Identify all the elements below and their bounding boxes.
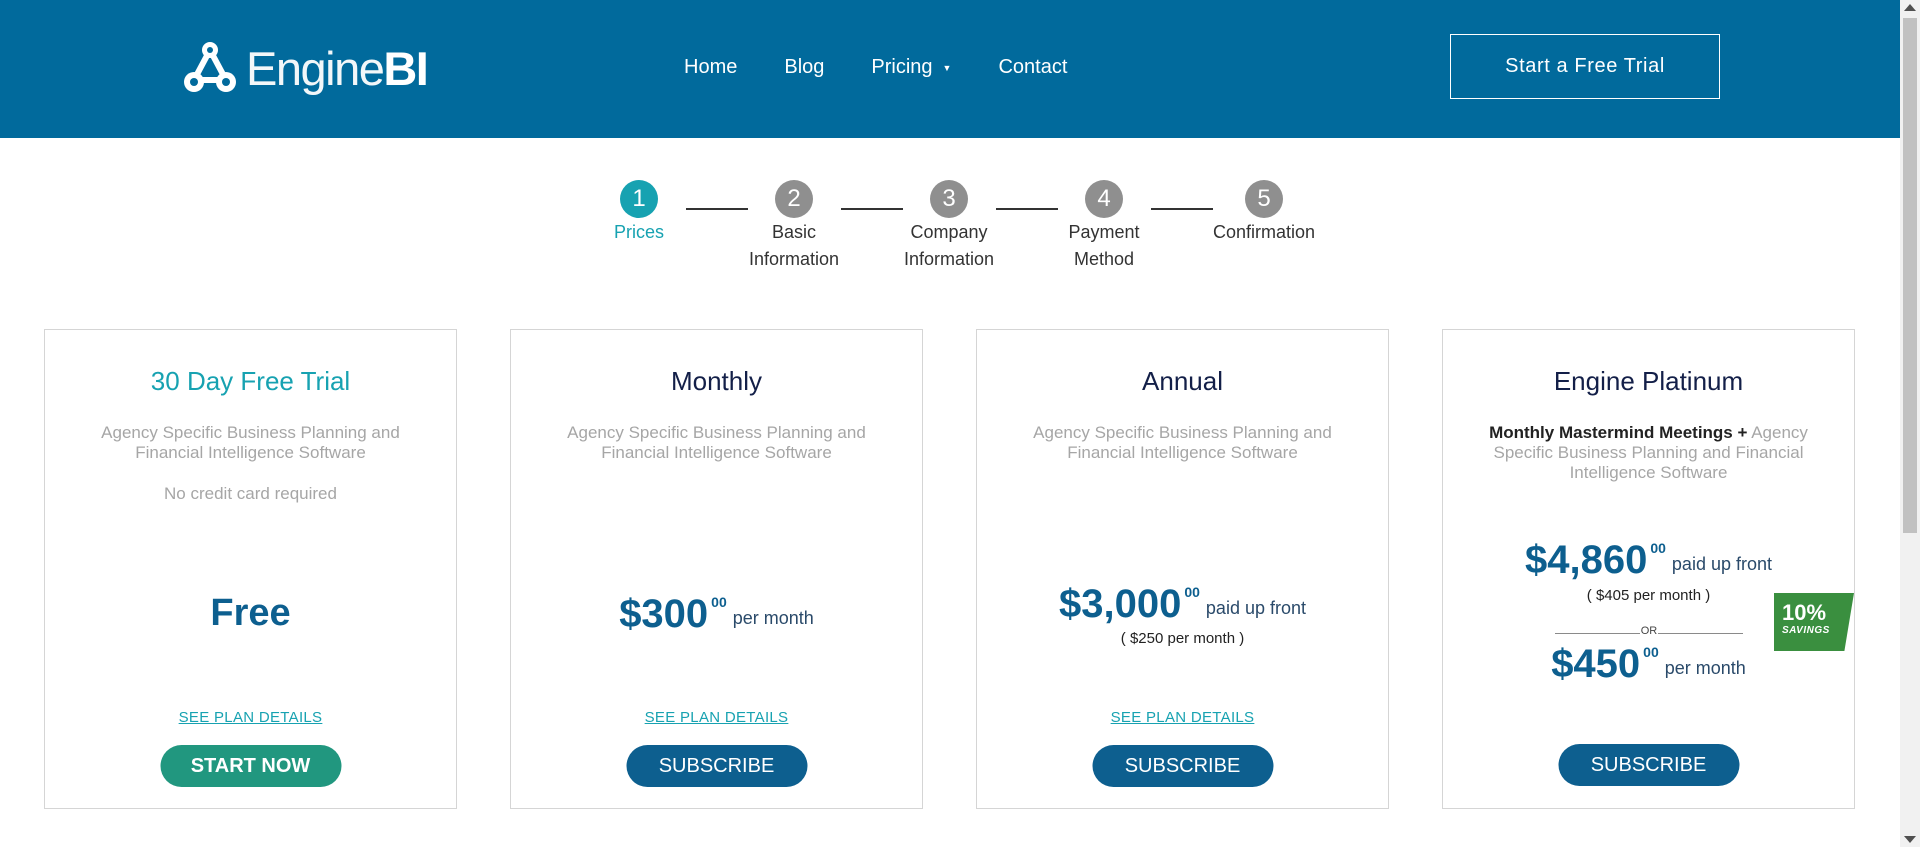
site-header: EngineBI Home Blog Pricing ▼ Contact Star…	[0, 0, 1900, 138]
step-number-badge: 2	[775, 180, 813, 218]
price-amount: $4,860	[1525, 538, 1648, 582]
start-free-trial-button[interactable]: Start a Free Trial	[1450, 34, 1720, 99]
step-label: Prices	[613, 222, 664, 242]
nav-contact[interactable]: Contact	[998, 56, 1067, 79]
or-label: OR	[1640, 625, 1658, 637]
plan-price: Free	[210, 592, 291, 634]
price-cents: 00	[1184, 584, 1200, 600]
plan-title: 30 Day Free Trial	[150, 366, 351, 396]
price-suffix: per month	[1664, 658, 1746, 678]
see-plan-details-link[interactable]: SEE PLAN DETAILS	[45, 709, 456, 726]
price-per-month-note: ( $250 per month )	[1120, 630, 1245, 647]
nav-home[interactable]: Home	[684, 56, 737, 79]
main-nav: Home Blog Pricing ▼ Contact	[684, 56, 1114, 79]
plan-description: Agency Specific Business Planning and Fi…	[1033, 423, 1332, 462]
step-basic-information[interactable]: 2 Basic Information	[714, 180, 874, 273]
price-cents: 00	[1650, 540, 1666, 556]
plan-title: Monthly	[670, 366, 763, 396]
price-suffix: paid up front	[1205, 598, 1306, 618]
plan-price-upfront: $4,860 00 paid up front	[1443, 538, 1854, 582]
plan-description: Agency Specific Business Planning and Fi…	[567, 423, 866, 462]
step-label-line1: Payment	[1068, 222, 1140, 242]
step-number-badge: 4	[1085, 180, 1123, 218]
price-cents: 00	[711, 594, 727, 610]
plan-card-free-trial: 30 Day Free Trial Agency Specific Busine…	[44, 329, 457, 809]
savings-percent: 10%	[1782, 600, 1827, 625]
start-now-button[interactable]: START NOW	[160, 745, 341, 787]
see-plan-details-link[interactable]: SEE PLAN DETAILS	[977, 709, 1388, 726]
subscribe-button[interactable]: SUBSCRIBE	[1092, 745, 1273, 787]
scrollbar-thumb[interactable]	[1903, 18, 1917, 533]
plan-title: Engine Platinum	[1553, 366, 1744, 396]
step-label-line2: Information	[748, 249, 840, 269]
nav-blog[interactable]: Blog	[784, 56, 824, 79]
divider-line	[1658, 633, 1743, 634]
nav-pricing[interactable]: Pricing ▼	[871, 56, 951, 79]
engine-network-logo-icon	[184, 42, 236, 92]
price-suffix: paid up front	[1671, 554, 1772, 574]
plan-price: $3,000 00 paid up front	[977, 582, 1388, 626]
subscribe-button[interactable]: SUBSCRIBE	[626, 745, 807, 787]
caret-down-icon: ▼	[942, 62, 952, 73]
plan-description: Monthly Mastermind Meetings + Agency Spe…	[1484, 423, 1814, 483]
scroll-up-arrow-icon[interactable]	[1904, 4, 1916, 11]
vertical-scrollbar[interactable]	[1900, 0, 1920, 847]
or-divider: OR	[1555, 625, 1743, 641]
plan-note: No credit card required	[164, 484, 337, 503]
step-label-line1: Company	[910, 222, 988, 242]
subscribe-button[interactable]: SUBSCRIBE	[1558, 744, 1739, 786]
price-amount: $450	[1551, 642, 1641, 686]
scroll-down-arrow-icon[interactable]	[1904, 836, 1916, 843]
logo[interactable]: EngineBI	[180, 40, 429, 96]
step-number-badge: 3	[930, 180, 968, 218]
price-amount: $3,000	[1059, 582, 1182, 626]
plan-card-annual: Annual Agency Specific Business Planning…	[976, 329, 1389, 809]
step-confirmation[interactable]: 5 Confirmation	[1184, 180, 1344, 246]
step-label: Confirmation	[1212, 222, 1316, 242]
step-label-line2: Information	[903, 249, 995, 269]
plan-description: Agency Specific Business Planning and Fi…	[101, 423, 400, 462]
savings-badge: 10% SAVINGS	[1774, 593, 1854, 651]
plan-card-engine-platinum: Engine Platinum Monthly Mastermind Meeti…	[1442, 329, 1855, 809]
step-payment-method[interactable]: 4 Payment Method	[1024, 180, 1184, 273]
plan-price: $300 00 per month	[511, 592, 922, 636]
step-label-line2: Method	[1073, 249, 1135, 269]
logo-wordmark: EngineBI	[246, 41, 429, 95]
step-number-badge: 5	[1245, 180, 1283, 218]
price-suffix: per month	[732, 608, 814, 628]
price-cents: 00	[1643, 644, 1659, 660]
plan-description-highlight: Monthly Mastermind Meetings +	[1489, 423, 1748, 442]
see-plan-details-link[interactable]: SEE PLAN DETAILS	[511, 709, 922, 726]
step-number-badge: 1	[620, 180, 658, 218]
savings-label: SAVINGS	[1782, 625, 1830, 636]
price-amount: $300	[619, 592, 709, 636]
step-label-line1: Basic	[771, 222, 816, 242]
step-company-information[interactable]: 3 Company Information	[869, 180, 1029, 273]
plan-title: Annual	[1142, 366, 1223, 396]
plan-card-monthly: Monthly Agency Specific Business Plannin…	[510, 329, 923, 809]
step-prices[interactable]: 1 Prices	[559, 180, 719, 246]
